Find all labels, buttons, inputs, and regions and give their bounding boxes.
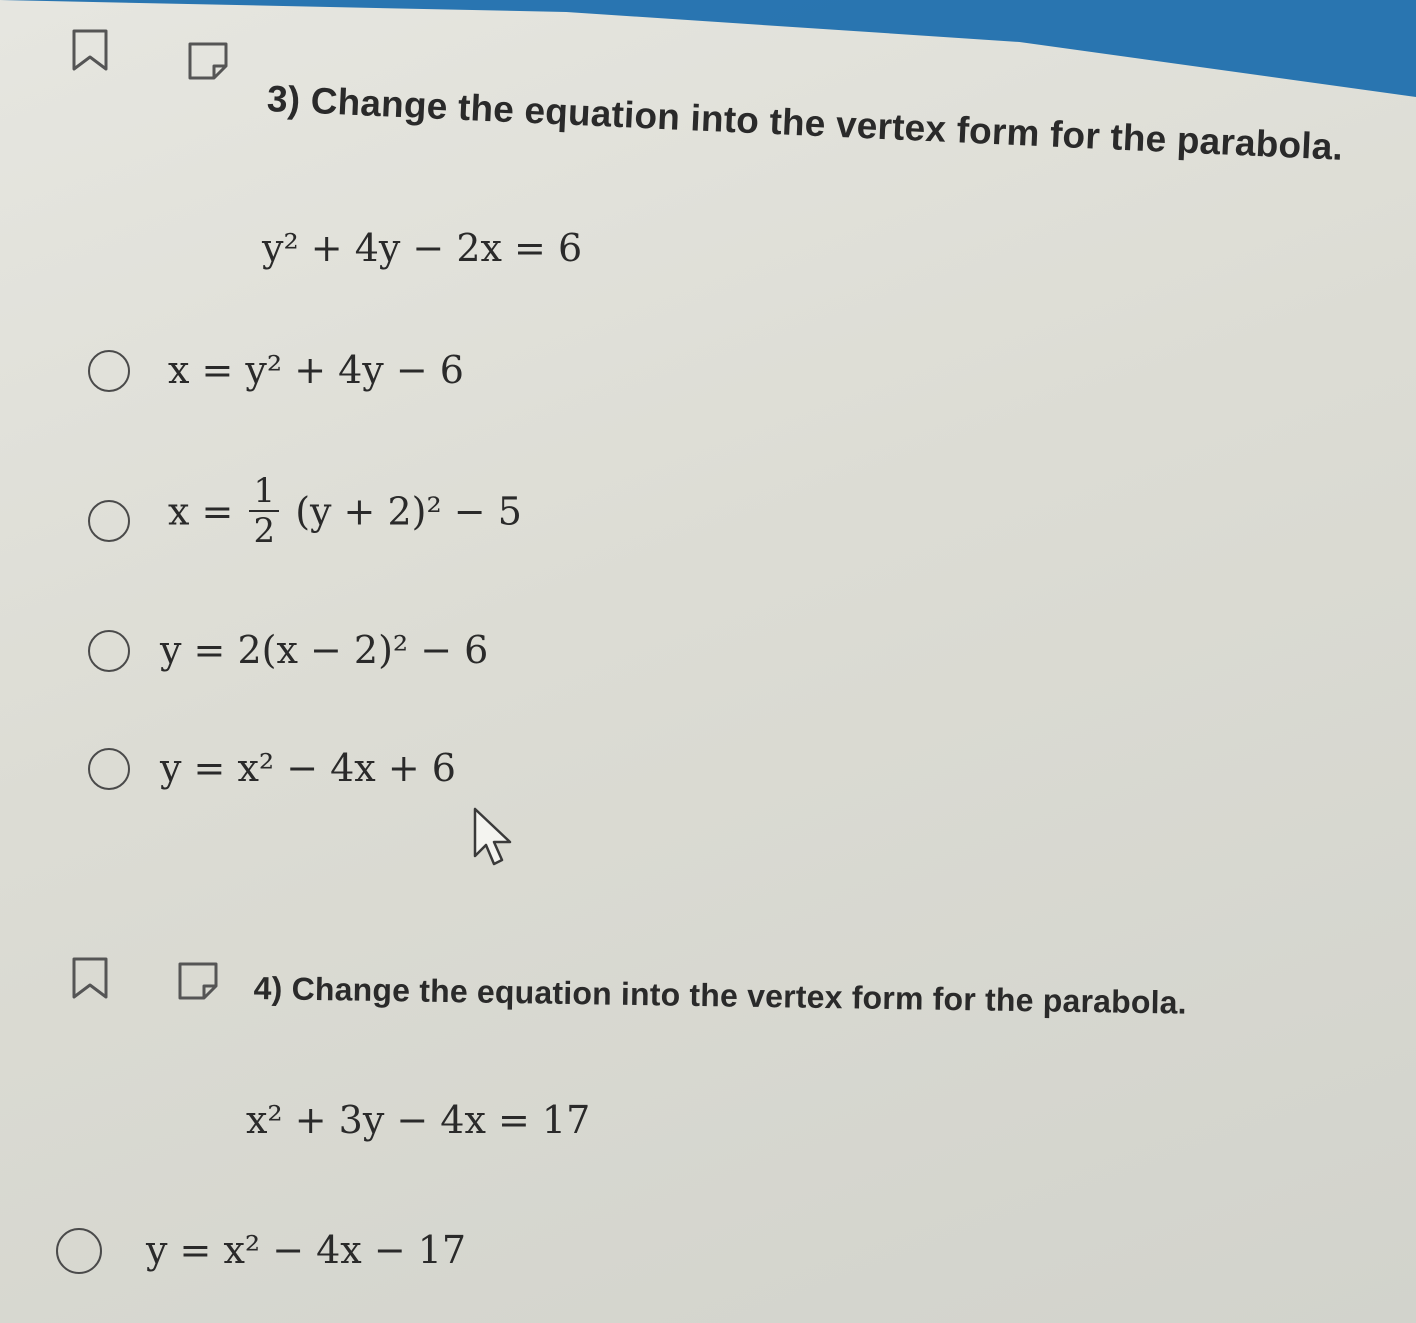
question-4-equation: x² + 3y − 4x = 17 [246,1098,590,1142]
question-4-equation-text: x² + 3y − 4x = 17 [246,1098,591,1142]
question-4-title: 4) Change the equation into the vertex f… [253,970,1188,1021]
fraction-denominator: 2 [253,511,276,551]
note-icon[interactable] [176,960,220,1000]
radio-button[interactable] [88,630,130,672]
choice-label: y = x² − 4x + 6 [160,746,456,790]
choice-label: y = x² − 4x − 17 [146,1228,467,1272]
mouse-pointer-icon [473,807,512,866]
question-3-equation: y² + 4y − 2x = 6 [262,226,582,270]
fraction: 1 2 [249,472,280,551]
question-3-title: 3) Change the equation into the vertex f… [266,78,1345,168]
choice-label: x = y² + 4y − 6 [168,348,464,392]
radio-button[interactable] [88,350,130,392]
radio-button[interactable] [88,748,130,790]
radio-button[interactable] [56,1228,102,1274]
bookmark-icon[interactable] [70,956,110,1000]
fraction-numerator: 1 [249,472,280,512]
radio-button[interactable] [88,500,130,542]
choice-prefix: x = [168,489,234,534]
note-icon[interactable] [186,40,230,80]
choice-label: x = 1 2 (y + 2)² − 5 [168,472,522,554]
choice-label: y = 2(x − 2)² − 6 [160,628,489,672]
quiz-page: 3) Change the equation into the vertex f… [0,0,1416,1323]
choice-suffix: (y + 2)² − 5 [295,489,522,534]
bookmark-icon[interactable] [70,28,110,72]
question-3-equation-text: y² + 4y − 2x = 6 [262,226,583,270]
